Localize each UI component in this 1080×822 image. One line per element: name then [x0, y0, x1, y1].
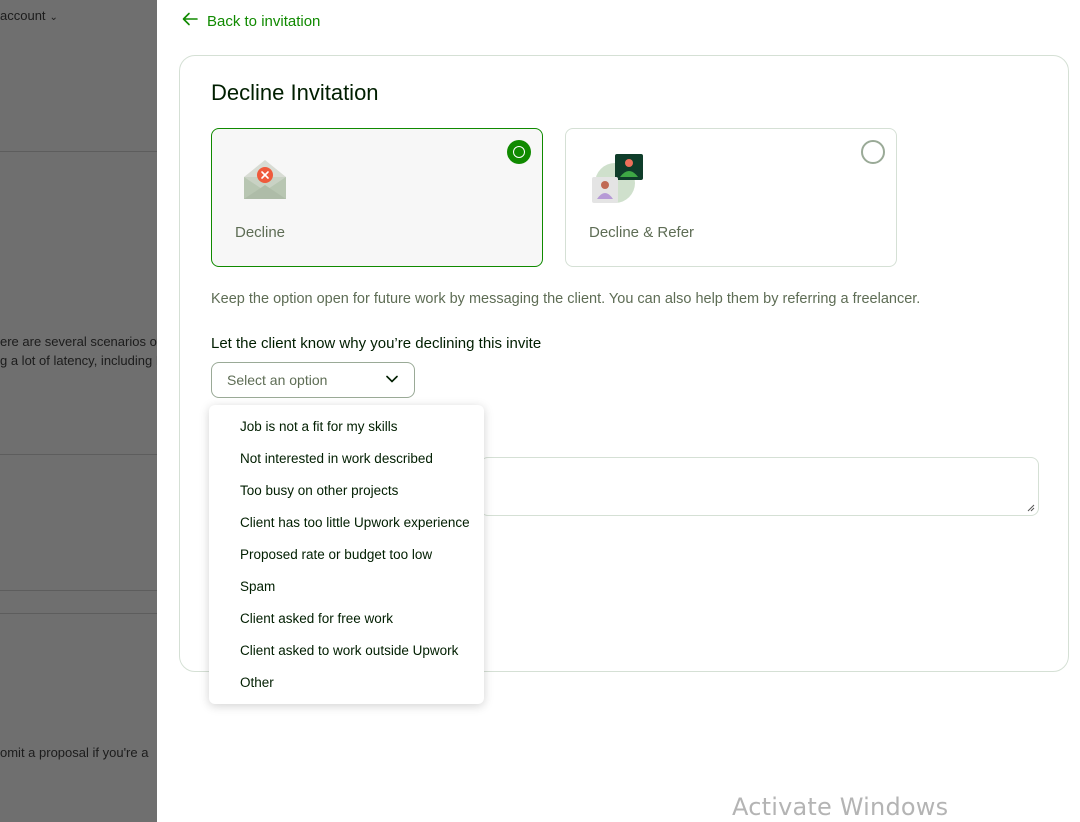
dropdown-option[interactable]: Client has too little Upwork experience — [209, 507, 484, 539]
account-label: account — [0, 8, 46, 23]
back-to-invitation-link[interactable]: Back to invitation — [181, 10, 320, 32]
dropdown-option[interactable]: Spam — [209, 570, 484, 602]
activate-windows-watermark: Activate Windows — [732, 793, 949, 821]
chevron-down-icon: ⌄ — [49, 12, 58, 23]
dropdown-option[interactable]: Client asked to work outside Upwork — [209, 634, 484, 666]
arrow-left-icon — [181, 10, 199, 32]
divider — [0, 151, 157, 152]
dropdown-option[interactable]: Client asked for free work — [209, 602, 484, 634]
reason-label: Let the client know why you’re declining… — [211, 335, 542, 352]
option-decline[interactable]: Decline — [211, 128, 543, 267]
envelope-decline-icon — [235, 151, 295, 211]
reason-select[interactable]: Select an option — [211, 362, 415, 398]
option-description: Keep the option open for future work by … — [211, 291, 921, 307]
reason-select-value: Select an option — [227, 372, 328, 388]
background-text: ere are several scenarios of — [0, 334, 157, 349]
dropdown-option[interactable]: Not interested in work described — [209, 443, 484, 475]
radio-decline[interactable] — [507, 140, 531, 164]
dropdown-option[interactable]: Proposed rate or budget too low — [209, 539, 484, 571]
resize-handle-icon[interactable] — [1025, 502, 1035, 512]
account-menu: account ⌄ — [0, 8, 58, 23]
dropdown-option[interactable]: Job is not a fit for my skills — [209, 411, 484, 443]
option-decline-refer[interactable]: Decline & Refer — [565, 128, 897, 267]
option-decline-refer-label: Decline & Refer — [589, 224, 695, 241]
divider — [0, 613, 157, 614]
option-decline-label: Decline — [235, 224, 286, 241]
back-link-label: Back to invitation — [207, 12, 321, 30]
background-page: account ⌄ ere are several scenarios of g … — [0, 0, 157, 822]
radio-decline-refer[interactable] — [861, 140, 885, 164]
dropdown-option[interactable]: Too busy on other projects — [209, 475, 484, 507]
chevron-down-icon — [384, 371, 400, 390]
divider — [0, 454, 157, 455]
reason-dropdown-menu: Job is not a fit for my skills Not inter… — [209, 405, 484, 704]
message-textarea[interactable] — [480, 457, 1039, 516]
refer-users-icon — [589, 151, 649, 211]
divider — [0, 590, 157, 591]
page-title: Decline Invitation — [211, 80, 379, 105]
background-text: omit a proposal if you're a — [0, 745, 149, 760]
background-text: g a lot of latency, including N — [0, 353, 157, 368]
dropdown-option[interactable]: Other — [209, 666, 484, 698]
